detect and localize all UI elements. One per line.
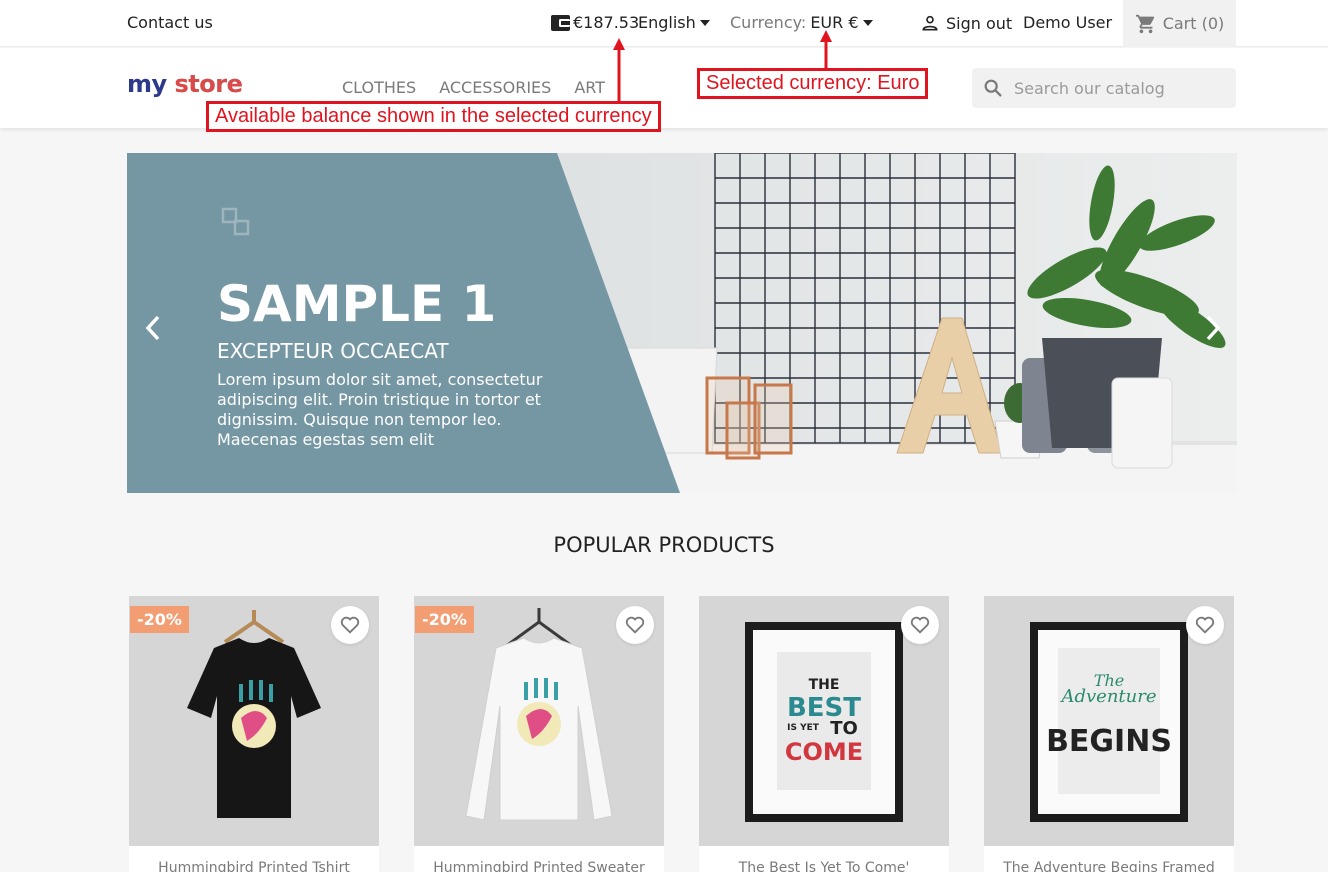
product-name[interactable]: Hummingbird Printed Tshirt <box>129 860 379 872</box>
product-card[interactable]: -20% Hummingbird Printed Tshirt <box>129 596 379 872</box>
heart-icon <box>340 616 360 634</box>
annotation-balance-note: Available balance shown in the selected … <box>206 101 661 132</box>
heart-icon <box>1195 616 1215 634</box>
hero-description: Lorem ipsum dolor sit amet, consectetur … <box>217 370 543 449</box>
heart-icon <box>625 616 645 634</box>
language-selector[interactable]: English <box>638 13 710 32</box>
poster-word: BEGINS <box>1046 724 1172 759</box>
hero-slider: SAMPLE 1 EXCEPTEUR OCCAECAT Lorem ipsum … <box>127 153 1237 493</box>
product-card[interactable]: The Adventure BEGINS The Adventure Begin… <box>984 596 1234 872</box>
wallet-icon <box>551 14 570 31</box>
poster-word: Adventure <box>1059 686 1156 707</box>
cart-icon <box>1135 14 1154 33</box>
balance-amount: €187.53 <box>573 13 640 32</box>
squares-deco-icon <box>221 207 250 236</box>
main-nav: CLOTHES ACCESSORIES ART <box>342 78 605 97</box>
search-input[interactable] <box>1014 78 1224 98</box>
nav-clothes[interactable]: CLOTHES <box>342 78 416 97</box>
cart-button[interactable]: Cart (0) <box>1123 0 1236 47</box>
product-name[interactable]: The Best Is Yet To Come' <box>699 860 949 872</box>
wallet-balance[interactable]: €187.53 <box>551 13 639 32</box>
currency-selector[interactable]: Currency: EUR € <box>730 13 873 32</box>
chevron-left-icon[interactable] <box>143 313 163 343</box>
discount-badge: -20% <box>130 606 189 633</box>
discount-badge: -20% <box>415 606 474 633</box>
store-logo[interactable]: my store <box>127 70 243 98</box>
nav-art[interactable]: ART <box>574 78 605 97</box>
hero-title: SAMPLE 1 <box>217 275 497 333</box>
caret-down-icon <box>699 19 710 26</box>
language-label: English <box>638 13 696 32</box>
annotation-currency-note: Selected currency: Euro <box>697 68 929 99</box>
product-name[interactable]: Hummingbird Printed Sweater <box>414 860 664 872</box>
user-icon <box>922 15 938 31</box>
wishlist-button[interactable] <box>1186 606 1224 644</box>
account-link[interactable]: Demo User <box>1023 13 1112 32</box>
poster-word: COME <box>785 738 863 766</box>
poster-word: THE <box>809 677 840 693</box>
poster-word: TO <box>830 718 858 739</box>
section-title: POPULAR PRODUCTS <box>553 533 775 557</box>
product-name[interactable]: The Adventure Begins Framed <box>984 860 1234 872</box>
logo-word-store: store <box>174 70 243 98</box>
search-box <box>972 68 1236 108</box>
chevron-right-icon[interactable] <box>1203 313 1223 343</box>
contact-us-link[interactable]: Contact us <box>127 13 213 32</box>
poster-word: IS YET <box>787 723 820 733</box>
product-card[interactable]: THE BEST IS YET TO COME The Best Is Yet … <box>699 596 949 872</box>
top-bar: Contact us €187.53 English Currency: EUR… <box>0 0 1328 47</box>
wishlist-button[interactable] <box>331 606 369 644</box>
heart-icon <box>910 616 930 634</box>
wishlist-button[interactable] <box>901 606 939 644</box>
hero-subtitle: EXCEPTEUR OCCAECAT <box>217 339 449 363</box>
search-icon[interactable] <box>982 77 1004 99</box>
nav-accessories[interactable]: ACCESSORIES <box>439 78 551 97</box>
main-header: my store CLOTHES ACCESSORIES ART <box>0 48 1328 128</box>
currency-value: EUR € <box>810 13 859 32</box>
currency-label: Currency: <box>730 13 807 32</box>
caret-down-icon <box>862 19 873 26</box>
product-card[interactable]: -20% Hummingbird Printed Sweater <box>414 596 664 872</box>
sign-out-link[interactable]: Sign out <box>920 13 1012 33</box>
wishlist-button[interactable] <box>616 606 654 644</box>
logo-word-my: my <box>127 70 167 98</box>
sign-out-label: Sign out <box>946 13 1013 33</box>
cart-label: Cart (0) <box>1162 14 1225 33</box>
